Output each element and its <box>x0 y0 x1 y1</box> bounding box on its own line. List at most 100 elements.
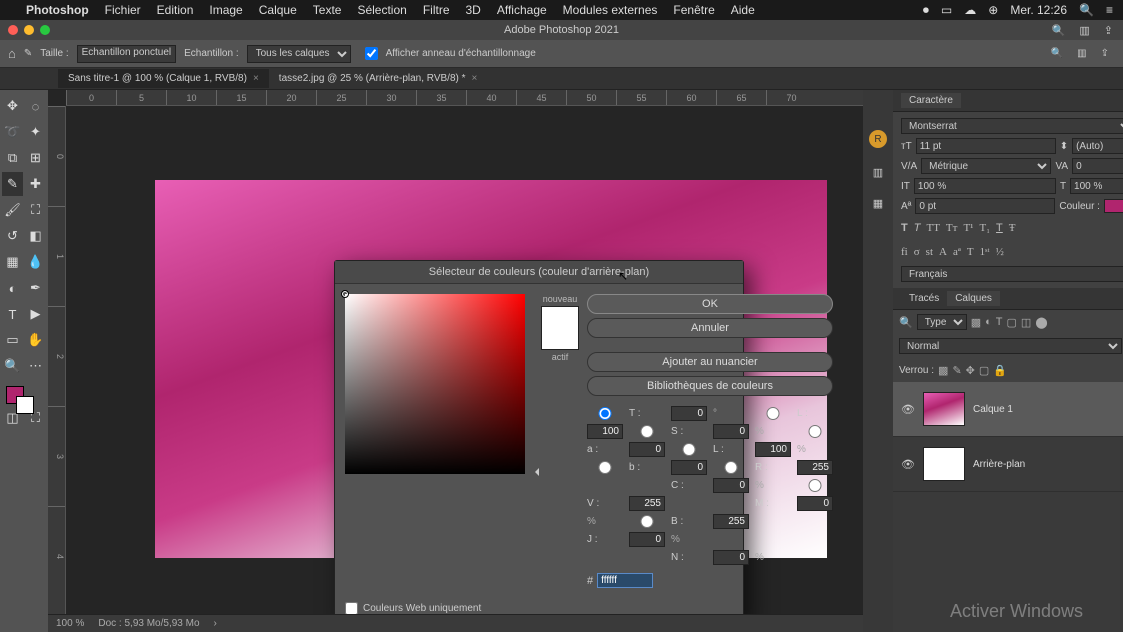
visibility-icon[interactable]: 👁 <box>901 458 915 471</box>
menu-image[interactable]: Image <box>209 3 242 17</box>
sample-size-select[interactable]: Echantillon ponctuel <box>77 45 177 63</box>
lock-all-icon[interactable]: 🔒 <box>993 364 1007 377</box>
field-j[interactable] <box>629 532 665 547</box>
lock-pixels-icon[interactable]: ✎ <box>952 364 961 377</box>
display-icon[interactable]: ▭ <box>941 3 952 17</box>
zoom-tool[interactable]: 🔍 <box>2 354 23 378</box>
hand-tool[interactable]: ✋ <box>25 328 46 352</box>
smallcaps-icon[interactable]: Tт <box>946 222 958 234</box>
maximize-window-icon[interactable] <box>40 25 50 35</box>
italic-icon[interactable]: T <box>914 222 921 234</box>
paths-tab[interactable]: Tracés <box>901 291 947 306</box>
hscale-input[interactable] <box>1070 178 1123 194</box>
app-name[interactable]: Photoshop <box>26 3 89 17</box>
wifi-icon[interactable]: ⊕ <box>988 3 998 17</box>
field-n[interactable] <box>713 550 749 565</box>
close-window-icon[interactable] <box>8 25 18 35</box>
filter-pixel-icon[interactable]: ▩ <box>971 316 981 329</box>
add-swatch-button[interactable]: Ajouter au nuancier <box>587 352 833 372</box>
doc-tab-1[interactable]: Sans titre-1 @ 100 % (Calque 1, RVB/8) × <box>58 69 269 88</box>
font-size-input[interactable] <box>916 138 1056 154</box>
half-icon[interactable]: ½ <box>996 246 1004 258</box>
baseline-input[interactable] <box>915 198 1055 214</box>
language-select[interactable]: Français <box>901 266 1123 282</box>
radio-v[interactable] <box>797 479 833 492</box>
titling-icon[interactable]: A <box>939 246 947 258</box>
filter-type-icon[interactable]: T <box>996 316 1003 328</box>
edit-toolbar[interactable]: ⋯ <box>25 354 46 378</box>
radio-lab-l[interactable] <box>755 407 791 420</box>
search-icon[interactable]: 🔍 <box>899 316 913 329</box>
visibility-icon[interactable]: 👁 <box>901 403 915 416</box>
1st-icon[interactable]: 1ˢᵗ <box>980 246 990 258</box>
layer-name[interactable]: Calque 1 <box>973 404 1013 415</box>
cloud-icon[interactable]: ☁ <box>964 3 976 17</box>
blend-mode-select[interactable]: Normal <box>899 338 1122 354</box>
share-icon[interactable]: ⇪ <box>1104 24 1113 37</box>
radio-lab-b[interactable] <box>587 461 623 474</box>
marquee-tool[interactable]: ◌ <box>25 94 46 118</box>
ligature-icon[interactable]: fi <box>901 246 908 258</box>
kerning-select[interactable]: Métrique <box>921 158 1051 174</box>
radio-l[interactable] <box>671 443 707 456</box>
chevron-right-icon[interactable]: › <box>214 618 217 629</box>
stylistic-icon[interactable]: st <box>926 246 933 258</box>
path-select-tool[interactable]: ▶ <box>25 302 46 326</box>
record-icon[interactable]: ⏺ <box>923 3 929 18</box>
menu-texte[interactable]: Texte <box>313 3 342 17</box>
filter-shape-icon[interactable]: ▢ <box>1007 316 1017 329</box>
character-tab[interactable]: Caractère <box>901 93 961 108</box>
brush-tool[interactable]: 🖌 <box>2 198 23 222</box>
field-lab-a[interactable] <box>629 442 665 457</box>
history-brush-tool[interactable]: ↺ <box>2 224 23 248</box>
filter-smart-icon[interactable]: ◫ <box>1021 316 1031 329</box>
search-icon[interactable]: 🔍 <box>1051 48 1063 59</box>
lock-position-icon[interactable]: ✥ <box>966 364 975 377</box>
cancel-button[interactable]: Annuler <box>587 318 833 338</box>
menu-filtre[interactable]: Filtre <box>423 3 450 17</box>
control-center-icon[interactable]: ≡ <box>1106 3 1113 17</box>
minimize-window-icon[interactable] <box>24 25 34 35</box>
bold-icon[interactable]: T <box>901 222 908 234</box>
vscale-input[interactable] <box>914 178 1056 194</box>
field-lab-l[interactable] <box>587 424 623 439</box>
shape-tool[interactable]: ▭ <box>2 328 23 352</box>
close-icon[interactable]: × <box>253 73 259 84</box>
tracking-input[interactable] <box>1072 158 1123 174</box>
gradient-tool[interactable]: ▦ <box>2 250 23 274</box>
collapsed-panel-strip[interactable]: R ▥ ▦ <box>863 90 893 632</box>
move-tool[interactable]: ✥ <box>2 94 23 118</box>
ordinals-icon[interactable]: aª <box>953 246 961 258</box>
blur-tool[interactable]: 💧 <box>25 250 46 274</box>
radio-lab-a[interactable] <box>797 425 833 438</box>
filter-adjust-icon[interactable]: ◐ <box>985 316 992 328</box>
eyedropper-tool[interactable]: ✎ <box>2 172 23 196</box>
dodge-tool[interactable]: ◐ <box>2 276 23 300</box>
radio-b[interactable] <box>629 515 665 528</box>
type-tool[interactable]: T <box>2 302 23 326</box>
allcaps-icon[interactable]: TT <box>926 222 939 234</box>
underline-icon[interactable]: T <box>996 222 1003 234</box>
layer-thumbnail[interactable] <box>923 392 965 426</box>
menu-aide[interactable]: Aide <box>731 3 755 17</box>
menu-calque[interactable]: Calque <box>259 3 297 17</box>
subscript-icon[interactable]: T₁ <box>979 222 990 234</box>
sample-layers-select[interactable]: Tous les calques <box>247 45 351 63</box>
pen-tool[interactable]: ✒ <box>25 276 46 300</box>
clock[interactable]: Mer. 12:26 <box>1010 3 1067 17</box>
menu-fenetre[interactable]: Fenêtre <box>673 3 714 17</box>
background-swatch[interactable] <box>16 396 34 414</box>
eraser-tool[interactable]: ◧ <box>25 224 46 248</box>
panel-icon[interactable]: ▦ <box>873 197 883 210</box>
strike-icon[interactable]: Ŧ <box>1009 222 1016 234</box>
menu-3d[interactable]: 3D <box>466 3 481 17</box>
stamp-tool[interactable]: ⛶ <box>25 198 46 222</box>
lock-artboard-icon[interactable]: ▢ <box>979 364 989 377</box>
canvas-area[interactable]: 0510152025303540455055606570 01234 Sélec… <box>48 90 863 632</box>
home-icon[interactable]: ⌂ <box>8 46 16 61</box>
menu-edition[interactable]: Edition <box>157 3 194 17</box>
menu-selection[interactable]: Sélection <box>357 3 406 17</box>
radio-r[interactable] <box>713 461 749 474</box>
field-s[interactable] <box>713 424 749 439</box>
color-libraries-button[interactable]: Bibliothèques de couleurs <box>587 376 833 396</box>
